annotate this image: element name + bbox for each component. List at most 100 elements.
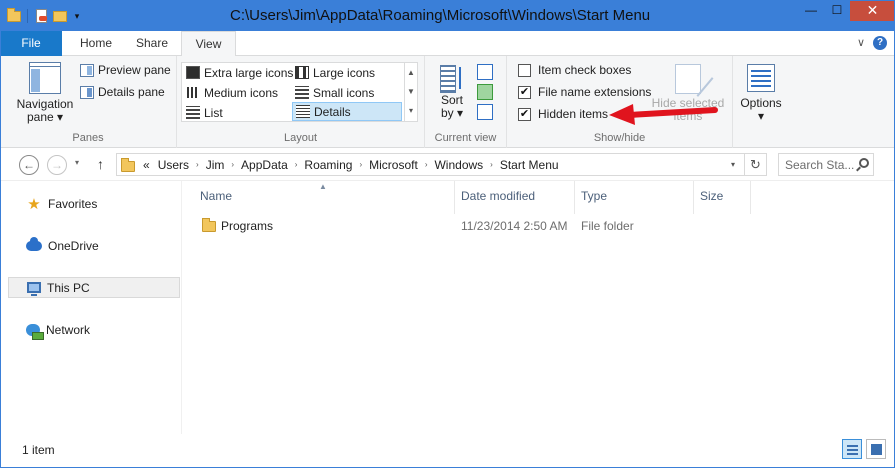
column-divider[interactable] xyxy=(750,181,751,214)
options-button[interactable]: Options ▾ xyxy=(735,64,787,123)
breadcrumb-microsoft[interactable]: Microsoft xyxy=(369,158,418,172)
nav-item-label: Network xyxy=(46,322,91,337)
recent-locations-button[interactable]: ▾ xyxy=(75,158,79,167)
search-box[interactable] xyxy=(778,153,874,176)
breadcrumb-windows[interactable]: Windows xyxy=(434,158,483,172)
breadcrumb-separator[interactable]: › xyxy=(231,160,234,169)
layout-details[interactable]: Details xyxy=(292,102,402,121)
group-current-view: Sort by ▾ Current view xyxy=(425,56,507,148)
breadcrumb-separator[interactable]: › xyxy=(490,160,493,169)
nav-item-favorites[interactable]: ★ Favorites xyxy=(8,193,180,214)
breadcrumb-separator[interactable]: › xyxy=(359,160,362,169)
breadcrumb-start-menu[interactable]: Start Menu xyxy=(500,158,559,172)
size-columns-icon[interactable] xyxy=(477,104,493,120)
column-header-date-modified[interactable]: Date modified xyxy=(461,189,535,203)
window-title: C:\Users\Jim\AppData\Roaming\Microsoft\W… xyxy=(230,7,651,24)
item-check-boxes-checkbox[interactable] xyxy=(518,63,531,77)
sort-by-label-2: by ▾ xyxy=(440,106,464,120)
column-divider[interactable] xyxy=(454,181,455,214)
layout-gallery: Extra large icons Large icons Medium ico… xyxy=(181,62,418,122)
ribbon-view: Navigation pane ▾ Preview pane Details p… xyxy=(0,56,895,148)
nav-item-network[interactable]: Network xyxy=(8,319,180,340)
column-header-name[interactable]: Name xyxy=(200,189,232,203)
address-bar[interactable]: « Users › Jim › AppData › Roaming › Micr… xyxy=(116,153,767,176)
layout-item-label: List xyxy=(204,105,223,120)
table-row[interactable]: Programs 11/23/2014 2:50 AM File folder xyxy=(198,215,718,237)
group-label-show-hide: Show/hide xyxy=(593,132,646,144)
cloud-icon xyxy=(26,236,42,251)
layout-large-icons[interactable]: Large icons xyxy=(292,63,402,82)
layout-item-label: Details xyxy=(314,104,351,119)
group-by-icon[interactable] xyxy=(477,64,493,80)
preview-pane-icon xyxy=(80,63,94,77)
minimize-button[interactable]: — xyxy=(798,0,824,21)
properties-icon[interactable] xyxy=(33,8,49,24)
group-options: Options ▾ xyxy=(733,56,789,148)
layout-small-icons[interactable]: Small icons xyxy=(292,83,402,102)
help-icon[interactable]: ? xyxy=(873,36,887,50)
address-dropdown-button[interactable]: ▾ xyxy=(724,154,742,175)
column-header-type[interactable]: Type xyxy=(581,189,607,203)
breadcrumb-jim[interactable]: Jim xyxy=(206,158,225,172)
large-icons-view-toggle-icon[interactable] xyxy=(866,439,886,459)
options-dropdown-glyph: ▾ xyxy=(757,109,765,123)
hidden-items-label: Hidden items xyxy=(538,107,609,121)
breadcrumb-separator[interactable]: › xyxy=(196,160,199,169)
large-icons-icon xyxy=(295,66,309,79)
file-type: File folder xyxy=(581,219,634,233)
refresh-button[interactable]: ↻ xyxy=(744,154,766,175)
sort-by-button[interactable]: Sort by ▾ xyxy=(433,64,471,120)
breadcrumb-separator[interactable]: › xyxy=(425,160,428,169)
layout-scroll-up-button[interactable]: ▲ xyxy=(405,63,417,82)
breadcrumb-roaming[interactable]: Roaming xyxy=(304,158,352,172)
column-header-size[interactable]: Size xyxy=(700,189,723,203)
file-name-extensions-checkbox[interactable]: ✔ xyxy=(518,85,531,99)
file-name-extensions-toggle[interactable]: ✔ File name extensions xyxy=(518,83,651,101)
hidden-items-toggle[interactable]: ✔ Hidden items xyxy=(518,105,608,123)
forward-button[interactable]: → xyxy=(47,155,67,175)
add-columns-icon[interactable] xyxy=(477,84,493,100)
tab-share[interactable]: Share xyxy=(122,31,182,56)
column-divider[interactable] xyxy=(574,181,575,214)
item-check-boxes-toggle[interactable]: Item check boxes xyxy=(518,61,631,79)
layout-scroll-down-button[interactable]: ▼ xyxy=(405,82,417,101)
nav-item-onedrive[interactable]: OneDrive xyxy=(8,235,180,256)
layout-list[interactable]: List xyxy=(183,103,291,122)
ribbon-tabs: File Home Share View ∨ ? xyxy=(0,31,895,57)
up-button[interactable]: ↑ xyxy=(97,156,104,172)
options-icon xyxy=(747,64,775,92)
qat-dropdown-button[interactable]: ▾ xyxy=(71,11,83,22)
group-label-layout: Layout xyxy=(283,132,318,144)
column-divider[interactable] xyxy=(693,181,694,214)
breadcrumb-separator[interactable]: › xyxy=(295,160,298,169)
star-icon: ★ xyxy=(27,195,41,213)
tab-view[interactable]: View xyxy=(181,31,236,57)
maximize-button[interactable]: ☐ xyxy=(824,0,850,21)
search-input[interactable] xyxy=(779,154,855,175)
nav-item-this-pc[interactable]: This PC xyxy=(8,277,180,298)
tab-file[interactable]: File xyxy=(0,31,62,56)
layout-item-label: Small icons xyxy=(313,85,375,100)
back-button[interactable]: ← xyxy=(19,155,39,175)
close-button[interactable]: ✕ xyxy=(850,0,895,21)
file-list: ▲ Name Date modified Type Size Programs … xyxy=(182,181,895,434)
preview-pane-button[interactable]: Preview pane xyxy=(80,60,171,80)
nav-item-label: OneDrive xyxy=(48,238,99,253)
new-folder-icon[interactable] xyxy=(52,8,68,24)
layout-more-button[interactable]: ▾ xyxy=(405,101,417,120)
breadcrumb-appdata[interactable]: AppData xyxy=(241,158,288,172)
layout-extra-large-icons[interactable]: Extra large icons xyxy=(183,63,293,82)
details-pane-icon xyxy=(80,85,94,99)
breadcrumb-overflow[interactable]: « xyxy=(143,158,150,172)
breadcrumb-users[interactable]: Users xyxy=(158,158,189,172)
ribbon-collapse-button[interactable]: ∨ xyxy=(857,36,865,49)
tab-home[interactable]: Home xyxy=(66,31,126,56)
search-icon[interactable] xyxy=(859,158,869,168)
hidden-items-checkbox[interactable]: ✔ xyxy=(518,107,531,121)
group-panes: Navigation pane ▾ Preview pane Details p… xyxy=(0,56,177,148)
navigation-pane-button[interactable]: Navigation pane ▾ xyxy=(10,62,80,124)
folder-icon[interactable] xyxy=(6,8,22,24)
details-view-toggle-icon[interactable] xyxy=(842,439,862,459)
layout-medium-icons[interactable]: Medium icons xyxy=(183,83,291,102)
details-pane-button[interactable]: Details pane xyxy=(80,82,165,102)
